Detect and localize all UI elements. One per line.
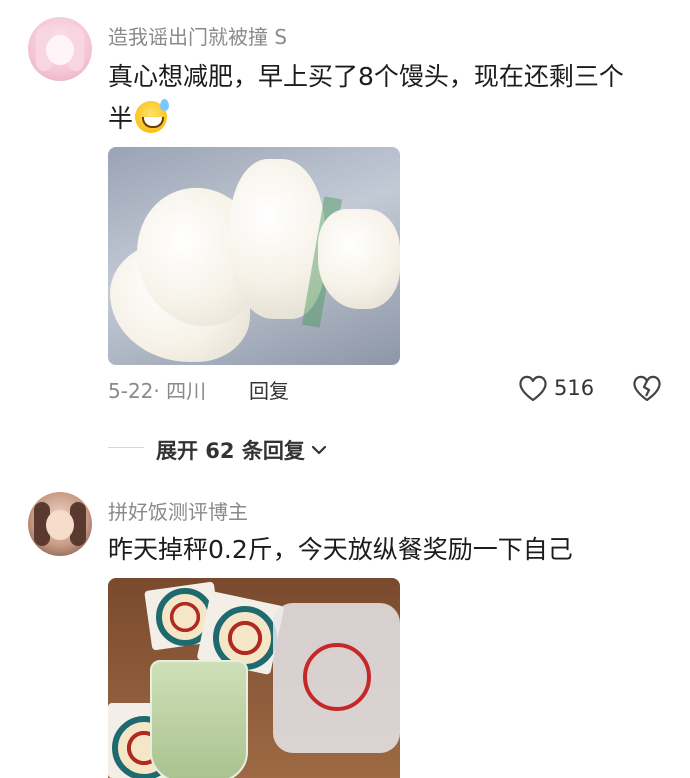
comment-text-line1: 真心想减肥，早上买了8个馒头，现在还剩三个: [108, 62, 624, 91]
divider: [108, 447, 144, 448]
dislike-button[interactable]: [632, 374, 662, 406]
comment-text-line2: 半: [108, 104, 134, 133]
avatar[interactable]: [28, 492, 92, 556]
comment-username[interactable]: 拼好饭测评博主: [108, 496, 248, 525]
heart-outline-icon: [519, 375, 547, 402]
comment-text: 真心想减肥，早上买了8个馒头，现在还剩三个 半: [108, 56, 668, 140]
comment-text: 昨天掉秤0.2斤，今天放纵餐奖励一下自己: [108, 535, 573, 564]
expand-replies-button[interactable]: 展开 62 条回复: [156, 435, 329, 465]
expand-replies-label: 展开 62 条回复: [156, 439, 305, 463]
broken-heart-icon: [633, 375, 661, 402]
comment-photo-meal[interactable]: [108, 578, 400, 778]
grinning-sweat-emoji-icon: [135, 99, 170, 133]
reply-button[interactable]: 回复: [249, 375, 289, 404]
comment-date-location: 5-22· 四川: [108, 379, 207, 403]
comment-username[interactable]: 造我谣出门就被撞 S: [108, 21, 287, 50]
chevron-down-icon: [311, 445, 326, 455]
avatar[interactable]: [28, 17, 92, 81]
comment-photo-buns[interactable]: [108, 147, 400, 365]
like-button[interactable]: 516: [518, 374, 594, 402]
like-count: 516: [554, 376, 595, 400]
